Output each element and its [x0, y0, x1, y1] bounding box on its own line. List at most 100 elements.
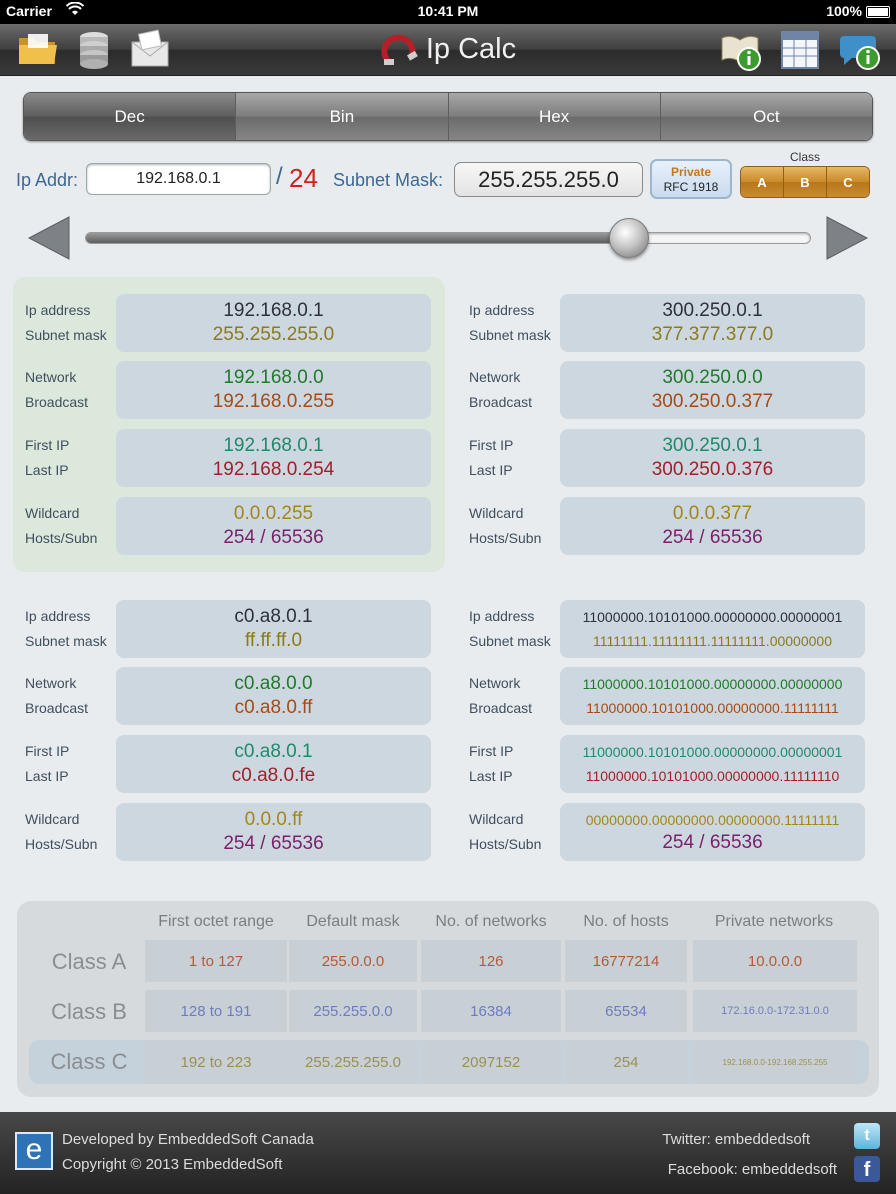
bin-first-ip-value: 11000000.10101000.00000000.00000001: [582, 744, 843, 760]
dec-first-ip-value: 192.168.0.1: [223, 435, 324, 456]
broadcast-label: Broadcast: [25, 394, 89, 410]
hex-wildcard-value: 0.0.0.ff: [244, 809, 303, 830]
hex-ip-box: c0.a8.0.1 ff.ff.ff.0: [116, 600, 431, 658]
decrement-arrow-icon[interactable]: [27, 215, 71, 261]
table-cell: 65534: [565, 990, 687, 1032]
base-tabs: Dec Bin Hex Oct: [23, 92, 873, 141]
ip-address-label: Ip address: [469, 608, 535, 624]
facebook-icon[interactable]: f: [854, 1156, 880, 1182]
tab-dec[interactable]: Dec: [24, 93, 236, 140]
hex-network-value: c0.a8.0.0: [234, 673, 313, 694]
hex-wildcard-box: 0.0.0.ff 254 / 65536: [116, 803, 431, 861]
developer-text: Developed by EmbeddedSoft Canada: [62, 1131, 314, 1148]
network-label: Network: [25, 369, 77, 385]
twitter-link[interactable]: Twitter: embeddedsoft: [662, 1131, 810, 1148]
tab-hex[interactable]: Hex: [447, 93, 660, 140]
private-rfc1918-button[interactable]: Private RFC 1918: [650, 159, 732, 199]
battery-icon: [866, 6, 890, 18]
oct-range-group: First IP Last IP 300.250.0.1 300.250.0.3…: [457, 429, 889, 487]
header-hosts: No. of hosts: [583, 913, 669, 930]
bin-wildcard-box: 00000000.00000000.00000000.11111111 254 …: [560, 803, 865, 861]
header-default-mask: Default mask: [306, 913, 400, 930]
wildcard-label: Wildcard: [25, 505, 80, 521]
subnet-mask-label: Subnet mask: [25, 327, 107, 343]
prefix-slider[interactable]: [85, 218, 811, 258]
oct-ip-value: 300.250.0.1: [662, 300, 763, 321]
dec-network-group: Network Broadcast 192.168.0.0 192.168.0.…: [13, 361, 445, 419]
class-a-button[interactable]: A: [741, 167, 783, 197]
status-bar: Carrier 10:41 PM 100%: [0, 0, 896, 24]
last-ip-label: Last IP: [25, 462, 69, 478]
first-ip-label: First IP: [25, 743, 70, 759]
dec-wildcard-box: 0.0.0.255 254 / 65536: [116, 497, 431, 555]
dec-network-value: 192.168.0.0: [223, 367, 324, 388]
class-b-button[interactable]: B: [783, 167, 826, 197]
oct-last-ip-value: 300.250.0.376: [651, 459, 774, 480]
table-cell: 255.255.0.0: [289, 990, 417, 1032]
bin-network-value: 11000000.10101000.00000000.00000000: [582, 676, 843, 692]
dec-wildcard-value: 0.0.0.255: [233, 503, 314, 524]
last-ip-label: Last IP: [25, 768, 69, 784]
facebook-link[interactable]: Facebook: embeddedsoft: [668, 1161, 837, 1178]
hex-first-ip-value: c0.a8.0.1: [234, 741, 313, 762]
row-name: Class A: [51, 949, 127, 974]
table-cell: 16777214: [565, 940, 687, 982]
subnet-mask-field[interactable]: 255.255.255.0: [454, 162, 643, 197]
hosts-label: Hosts/Subn: [25, 836, 98, 852]
table-cell: 255.0.0.0: [289, 940, 417, 982]
book-info-icon[interactable]: [718, 28, 762, 72]
broadcast-label: Broadcast: [25, 700, 89, 716]
network-label: Network: [469, 369, 521, 385]
ip-address-label: Ip address: [25, 608, 91, 624]
class-reference-table: First octet range Default mask No. of ne…: [17, 901, 879, 1097]
increment-arrow-icon[interactable]: [825, 215, 869, 261]
first-ip-label: First IP: [469, 743, 514, 759]
bin-mask-value: 11111111.11111111.11111111.00000000: [592, 633, 832, 649]
chat-info-icon[interactable]: [838, 28, 882, 72]
battery-percent: 100%: [826, 3, 862, 19]
table-cell: 172.16.0.0-172.31.0.0: [693, 990, 857, 1032]
dec-broadcast-value: 192.168.0.255: [212, 391, 335, 412]
table-icon[interactable]: [778, 28, 822, 72]
bin-wildcard-value: 00000000.00000000.00000000.11111111: [585, 812, 840, 828]
oct-range-box: 300.250.0.1 300.250.0.376: [560, 429, 865, 487]
wildcard-label: Wildcard: [469, 505, 524, 521]
table-cell: 254: [565, 1041, 687, 1083]
oct-network-box: 300.250.0.0 300.250.0.377: [560, 361, 865, 419]
class-c-button[interactable]: C: [826, 167, 869, 197]
bin-range-box: 11000000.10101000.00000000.00000001 1100…: [560, 735, 865, 793]
hex-mask-value: ff.ff.ff.0: [244, 630, 303, 651]
class-label: Class: [789, 150, 820, 164]
first-ip-label: First IP: [25, 437, 70, 453]
table-cell: 128 to 191: [145, 990, 287, 1032]
twitter-icon[interactable]: t: [854, 1123, 880, 1149]
hosts-label: Hosts/Subn: [469, 836, 542, 852]
ip-address-input[interactable]: [86, 163, 271, 195]
tab-bin[interactable]: Bin: [235, 93, 448, 140]
dec-range-box: 192.168.0.1 192.168.0.254: [116, 429, 431, 487]
tab-oct[interactable]: Oct: [659, 93, 872, 140]
prefix-slash: /: [276, 163, 283, 190]
subnet-mask-label: Subnet Mask:: [333, 170, 444, 190]
wildcard-label: Wildcard: [25, 811, 80, 827]
footer: e Developed by EmbeddedSoft Canada Copyr…: [0, 1112, 896, 1194]
subnet-mask-label: Subnet mask: [25, 633, 107, 649]
oct-network-value: 300.250.0.0: [662, 367, 763, 388]
hex-hosts-value: 254 / 65536: [223, 833, 324, 854]
bin-ip-box: 11000000.10101000.00000000.00000001 1111…: [560, 600, 865, 658]
prefix-length: 24: [289, 163, 318, 193]
slider-thumb[interactable]: [609, 218, 649, 258]
table-cell: 192.168.0.0-192.168.255.255: [693, 1041, 857, 1083]
oct-hosts-value: 254 / 65536: [662, 527, 763, 548]
oct-mask-value: 377.377.377.0: [651, 324, 774, 345]
row-name: Class B: [51, 999, 127, 1024]
first-ip-label: First IP: [469, 437, 514, 453]
dec-range-group: First IP Last IP 192.168.0.1 192.168.0.2…: [13, 429, 445, 487]
broadcast-label: Broadcast: [469, 700, 533, 716]
broadcast-label: Broadcast: [469, 394, 533, 410]
hex-wildcard-group: Wildcard Hosts/Subn 0.0.0.ff 254 / 65536: [13, 803, 445, 861]
table-cell: 126: [421, 940, 561, 982]
oct-wildcard-group: Wildcard Hosts/Subn 0.0.0.377 254 / 6553…: [457, 497, 889, 555]
rfc-label: RFC 1918: [663, 180, 719, 194]
dec-last-ip-value: 192.168.0.254: [212, 459, 335, 480]
